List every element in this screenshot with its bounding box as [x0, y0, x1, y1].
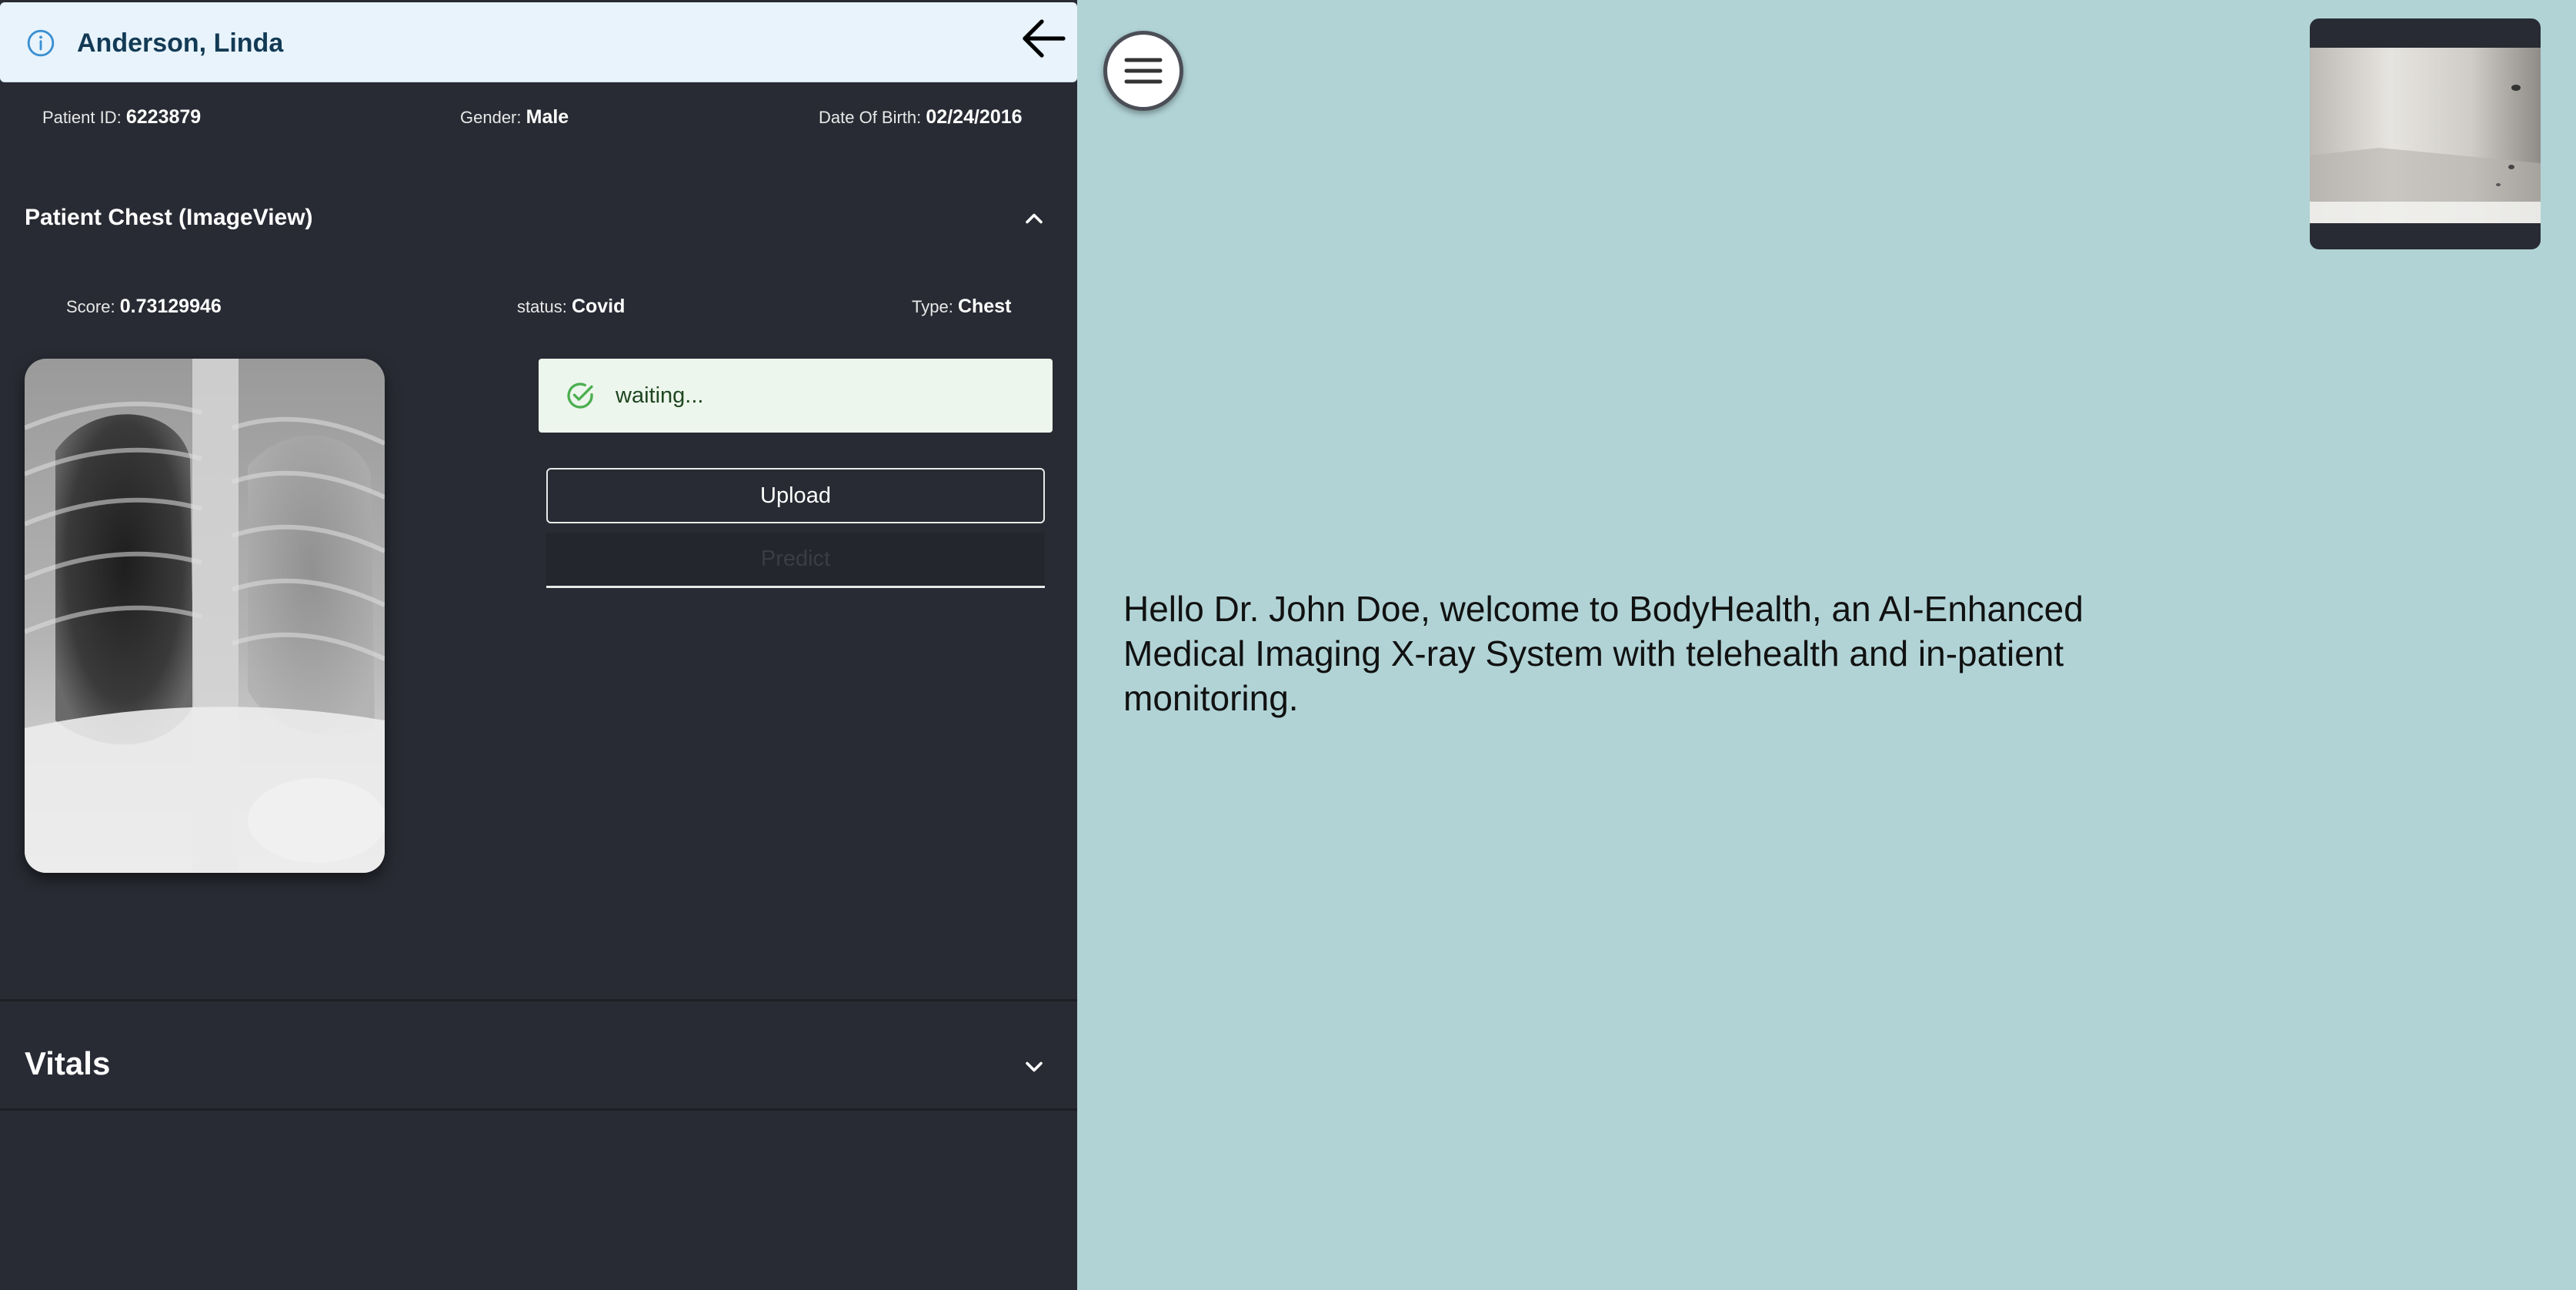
camera-feed: [2310, 48, 2541, 223]
type-value: Chest: [957, 296, 1012, 317]
patient-panel: Anderson, Linda Patient ID: 6223879 Gend…: [0, 0, 1077, 1290]
welcome-message: Hello Dr. John Doe, welcome to BodyHealt…: [1123, 589, 2084, 718]
patient-gender: Gender: Male: [460, 106, 569, 129]
hamburger-menu-icon: [1124, 58, 1163, 84]
status-value: Covid: [571, 296, 626, 317]
patient-name: Anderson, Linda: [77, 28, 284, 58]
patient-id: Patient ID: 6223879: [42, 106, 201, 129]
check-circle-icon: [567, 383, 593, 409]
type-stat: Type: Chest: [912, 296, 1011, 318]
upload-button[interactable]: Upload: [546, 468, 1045, 523]
score-value: 0.73129946: [119, 296, 222, 317]
patient-dob: Date Of Birth: 02/24/2016: [819, 106, 1023, 129]
chevron-up-icon[interactable]: [1020, 205, 1048, 232]
menu-button[interactable]: [1103, 31, 1183, 111]
patient-header: Anderson, Linda: [0, 2, 1077, 82]
type-label: Type:: [912, 297, 953, 316]
vitals-section-title[interactable]: Vitals: [25, 1045, 110, 1082]
section-divider: [0, 1108, 1077, 1111]
dob-value: 02/24/2016: [926, 106, 1023, 128]
patient-id-label: Patient ID:: [42, 108, 122, 127]
chevron-down-icon[interactable]: [1020, 1053, 1048, 1081]
info-icon: [27, 29, 55, 57]
score-label: Score:: [66, 297, 115, 316]
arrow-left-icon[interactable]: [1020, 18, 1066, 59]
gender-value: Male: [526, 106, 569, 128]
status-label: status:: [517, 297, 567, 316]
chest-xray-image: [25, 359, 385, 873]
patient-id-value: 6223879: [125, 106, 202, 128]
status-stat: status: Covid: [517, 296, 625, 318]
predict-button[interactable]: Predict: [546, 533, 1045, 588]
alert-message: waiting...: [616, 383, 704, 408]
score-stat: Score: 0.73129946: [66, 296, 222, 318]
dob-label: Date Of Birth:: [819, 108, 922, 127]
section-divider: [0, 999, 1077, 1001]
image-section-title[interactable]: Patient Chest (ImageView): [25, 205, 313, 231]
video-preview[interactable]: [2310, 18, 2541, 249]
gender-label: Gender:: [460, 108, 522, 127]
status-alert: waiting...: [539, 359, 1053, 433]
